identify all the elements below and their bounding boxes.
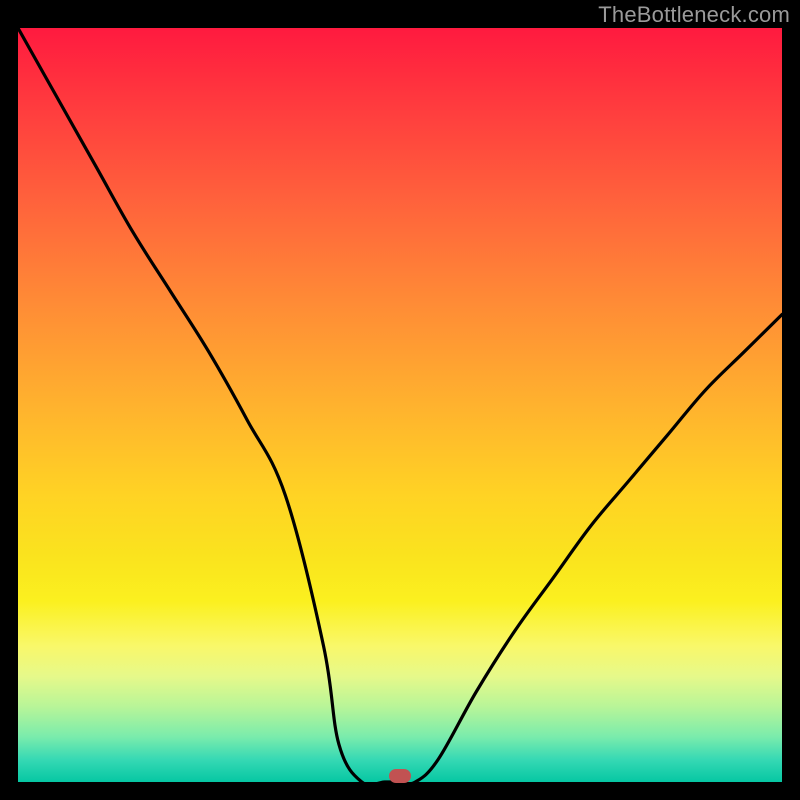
chart-frame: TheBottleneck.com [0, 0, 800, 800]
bottleneck-curve [18, 28, 782, 782]
gradient-plot-area [18, 28, 782, 782]
optimal-marker [389, 769, 411, 783]
watermark-text: TheBottleneck.com [598, 2, 790, 28]
